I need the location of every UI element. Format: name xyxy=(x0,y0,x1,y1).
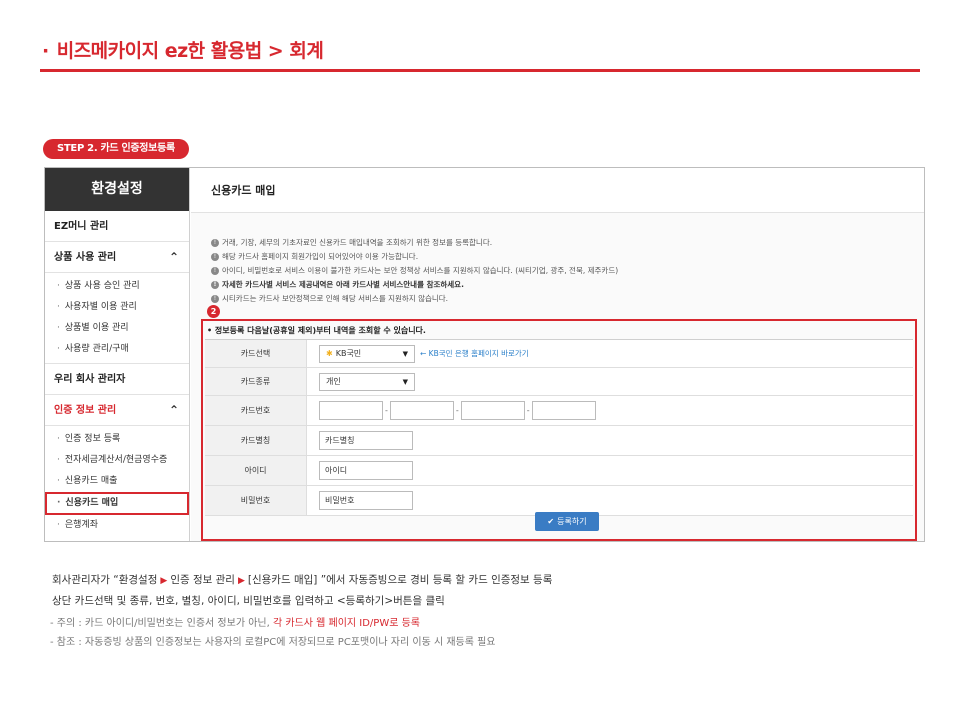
chevron-up-icon: ⌃ xyxy=(168,403,179,417)
user-id-input[interactable]: 아이디 xyxy=(319,461,413,480)
register-button-label: 등록하기 xyxy=(557,517,587,526)
title-divider xyxy=(40,69,920,72)
label-password: 비밀번호 xyxy=(205,486,307,515)
label-card-select: 카드선택 xyxy=(205,340,307,367)
main-title: 신용카드 매입 xyxy=(191,168,924,213)
info-icon: ! xyxy=(211,281,219,289)
sidebar-subitem-bank-account[interactable]: 은행계좌 xyxy=(45,515,189,536)
sidebar-item-ez-money[interactable]: EZ머니 관리 xyxy=(45,211,189,242)
chevron-down-icon: ▼ xyxy=(402,349,408,358)
submenu-auth: 인증 정보 등록 전자세금계산서/현금영수증 신용카드 매출 신용카드 매입 은… xyxy=(45,426,189,539)
main-panel: 신용카드 매입 ! 거래, 기장, 세무의 기초자료인 신용카드 매입내역을 조회… xyxy=(191,168,924,541)
dash-separator: - xyxy=(526,406,530,415)
chevron-down-icon: ▼ xyxy=(402,377,408,386)
form-row-user-id: 아이디 아이디 xyxy=(205,456,913,486)
info-icon: ! xyxy=(211,253,219,261)
label-card-alias: 카드별칭 xyxy=(205,426,307,455)
notice-item: ! 해당 카드사 홈페이지 회원가입이 되어있어야 이용 가능합니다. xyxy=(211,250,618,264)
form-row-card-select: 카드선택 ✱ KB국민 ▼ ← KB국민 은행 홈페이지 바로가기 xyxy=(205,340,913,368)
card-form-highlight: 2 • 정보등록 다음날(공휴일 제외)부터 내역을 조회할 수 있습니다. 카… xyxy=(201,305,917,541)
card-form-table: 카드선택 ✱ KB국민 ▼ ← KB국민 은행 홈페이지 바로가기 카드종류 개인 xyxy=(205,339,913,516)
notice-item: ! 아이디, 비밀번호로 서비스 이용이 불가한 카드사는 보안 정책상 서비스를… xyxy=(211,264,618,278)
note-caution: - 주의 : 카드 아이디/비밀번호는 인증서 정보가 아닌, 각 카드사 웹 … xyxy=(50,618,420,629)
sidebar-subitem-user-usage[interactable]: 사용자별 이용 관리 xyxy=(45,297,189,318)
sidebar-subitem-card-sales[interactable]: 신용카드 매출 xyxy=(45,471,189,492)
info-icon: ! xyxy=(211,239,219,247)
form-row-card-alias: 카드별칭 카드별칭 xyxy=(205,426,913,456)
card-number-input-3[interactable] xyxy=(460,401,525,420)
kb-homepage-link[interactable]: ← KB국민 은행 홈페이지 바로가기 xyxy=(420,348,529,359)
notice-list: ! 거래, 기장, 세무의 기초자료인 신용카드 매입내역을 조회하기 위한 정보… xyxy=(211,236,618,306)
arrow-right-icon: ▶ xyxy=(160,576,168,586)
label-user-id: 아이디 xyxy=(205,456,307,485)
description: 회사관리자가 “환경설정 ▶ 인증 정보 관리 ▶ [신용카드 매입] ”에서 자동증빙… xyxy=(52,570,552,611)
card-number-input-1[interactable] xyxy=(319,401,383,420)
submenu-product: 상품 사용 승인 관리 사용자별 이용 관리 상품별 이용 관리 사용량 관리/… xyxy=(45,273,189,364)
sidebar-item-product[interactable]: 상품 사용 관리 ⌃ xyxy=(45,242,189,273)
arrow-right-icon: ▶ xyxy=(237,576,245,586)
chevron-up-icon: ⌃ xyxy=(168,250,179,264)
sidebar-subitem-auth-register[interactable]: 인증 정보 등록 xyxy=(45,429,189,450)
form-row-card-type: 카드종류 개인 ▼ xyxy=(205,368,913,396)
label-card-number: 카드번호 xyxy=(205,396,307,425)
sidebar-item-label: EZ머니 관리 xyxy=(54,221,109,232)
notice-item: ! 시티카드는 카드사 보안정책으로 인해 해당 서비스를 지원하지 않습니다. xyxy=(211,292,618,306)
title-bullet: · xyxy=(42,40,49,62)
sidebar-item-label: 인증 정보 관리 xyxy=(54,405,117,416)
sidebar: 환경설정 EZ머니 관리 상품 사용 관리 ⌃ 상품 사용 승인 관리 사용자별… xyxy=(45,168,190,541)
notice-item: ! 자세한 카드사별 서비스 제공내역은 아래 카드사별 서비스안내를 참조하세요… xyxy=(211,278,618,292)
info-icon: ! xyxy=(211,267,219,275)
step-badge: STEP 2. 카드 인증정보등록 xyxy=(43,139,189,159)
label-card-type: 카드종류 xyxy=(205,368,307,395)
notes: - 주의 : 카드 아이디/비밀번호는 인증서 정보가 아닌, 각 카드사 웹 … xyxy=(50,614,496,652)
dash-separator: - xyxy=(385,406,388,415)
card-number-input-2[interactable] xyxy=(389,401,454,420)
sidebar-item-label: 우리 회사 관리자 xyxy=(54,374,126,385)
sidebar-item-admin[interactable]: 우리 회사 관리자 xyxy=(45,364,189,395)
card-type-dropdown[interactable]: 개인 ▼ xyxy=(319,372,415,391)
sidebar-item-label: 상품 사용 관리 xyxy=(54,252,117,263)
sidebar-title: 환경설정 xyxy=(45,168,189,211)
password-input[interactable]: 비밀번호 xyxy=(319,491,413,510)
description-line-1: 회사관리자가 “환경설정 ▶ 인증 정보 관리 ▶ [신용카드 매입] ”에서 자동증빙… xyxy=(52,574,553,586)
sidebar-item-auth[interactable]: 인증 정보 관리 ⌃ xyxy=(45,395,189,426)
form-lead-text: • 정보등록 다음날(공휴일 제외)부터 내역을 조회할 수 있습니다. xyxy=(207,326,426,335)
title-text: 비즈메카이지 ez한 활용법 > 회계 xyxy=(56,40,324,62)
app-screenshot: 환경설정 EZ머니 관리 상품 사용 관리 ⌃ 상품 사용 승인 관리 사용자별… xyxy=(44,167,925,542)
step-number-badge: 2 xyxy=(207,305,220,318)
card-number-input-4[interactable] xyxy=(531,401,596,420)
kb-logo-icon: ✱ xyxy=(326,348,333,358)
sidebar-subitem-usage-purchase[interactable]: 사용량 관리/구매 xyxy=(45,339,189,360)
description-line-2: 상단 카드선택 및 종류, 번호, 별칭, 아이디, 비밀번호를 입력하고 <등… xyxy=(52,595,445,607)
note-reference: - 참조 : 자동증빙 상품의 인증정보는 사용자의 로컬PC에 저장되므로 P… xyxy=(50,637,496,648)
check-icon: ✔ xyxy=(547,517,555,526)
sidebar-subitem-product-usage[interactable]: 상품별 이용 관리 xyxy=(45,318,189,339)
sidebar-subitem-card-purchase[interactable]: 신용카드 매입 xyxy=(45,492,189,515)
card-alias-input[interactable]: 카드별칭 xyxy=(319,431,413,450)
sidebar-subitem-product-approval[interactable]: 상품 사용 승인 관리 xyxy=(45,276,189,297)
page-title: · 비즈메카이지 ez한 활용법 > 회계 xyxy=(42,36,324,63)
info-icon: ! xyxy=(211,295,219,303)
sidebar-subitem-tax-invoice[interactable]: 전자세금계산서/현금영수증 xyxy=(45,450,189,471)
register-button[interactable]: ✔ 등록하기 xyxy=(535,512,599,531)
form-row-card-number: 카드번호 - - - xyxy=(205,396,913,426)
dash-separator: - xyxy=(455,406,459,415)
notice-item: ! 거래, 기장, 세무의 기초자료인 신용카드 매입내역을 조회하기 위한 정보… xyxy=(211,236,618,250)
card-select-dropdown[interactable]: ✱ KB국민 ▼ xyxy=(319,344,415,363)
note-caution-highlight: 각 카드사 웹 페이지 ID/PW로 등록 xyxy=(272,618,420,629)
